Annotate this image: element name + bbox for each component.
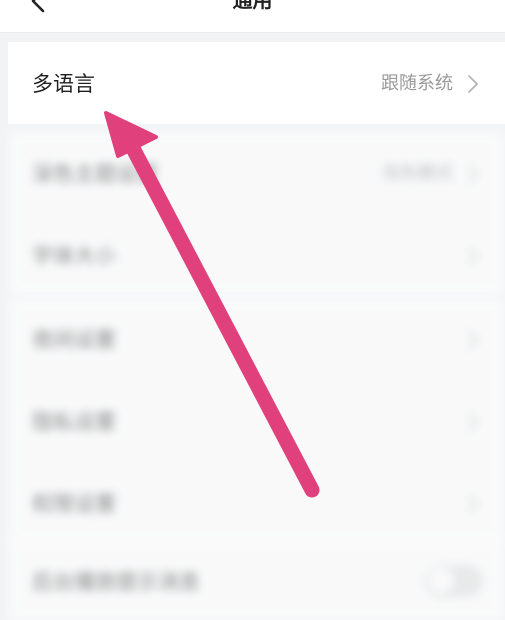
chevron-right-icon <box>468 75 478 93</box>
settings-row-privacy[interactable]: 隐私设置 <box>8 380 505 462</box>
chevron-right-icon <box>468 247 478 265</box>
row-label: 隐私设置 <box>32 410 116 434</box>
misc-section: 夜间设置 隐私设置 权限设置 <box>8 298 505 544</box>
top-bar: 通用 <box>0 0 505 33</box>
settings-row-dark-theme[interactable]: 深色主题设置 浅色模式 <box>8 132 505 214</box>
page-title: 通用 <box>232 0 273 12</box>
background-play-toggle[interactable] <box>425 565 483 597</box>
settings-row-night[interactable]: 夜间设置 <box>8 298 505 380</box>
row-value: 浅色模式 <box>381 163 453 184</box>
display-section: 深色主题设置 浅色模式 字体大小 <box>8 132 505 296</box>
chevron-right-icon <box>468 331 478 349</box>
row-label: 后台播放提示消息 <box>32 570 200 594</box>
chevron-right-icon <box>468 495 478 513</box>
row-label: 夜间设置 <box>32 328 116 352</box>
playback-section: 后台播放提示消息 <box>8 540 505 620</box>
row-label: 多语言 <box>32 72 95 96</box>
row-value: 跟随系统 <box>381 73 453 94</box>
row-label: 字体大小 <box>32 244 116 268</box>
settings-general-page: 通用 多语言 跟随系统 深色主题设置 浅色模式 字体大小 夜间设置 隐私设置 权… <box>0 0 505 620</box>
chevron-right-icon <box>468 165 478 183</box>
settings-row-language[interactable]: 多语言 跟随系统 <box>8 42 505 124</box>
settings-row-background-play[interactable]: 后台播放提示消息 <box>8 540 505 620</box>
row-label: 权限设置 <box>32 492 116 516</box>
settings-row-font-size[interactable]: 字体大小 <box>8 214 505 296</box>
toggle-knob <box>427 567 455 595</box>
settings-row-permissions[interactable]: 权限设置 <box>8 462 505 544</box>
language-section: 多语言 跟随系统 <box>8 42 505 124</box>
row-label: 深色主题设置 <box>32 162 158 186</box>
chevron-right-icon <box>468 413 478 431</box>
